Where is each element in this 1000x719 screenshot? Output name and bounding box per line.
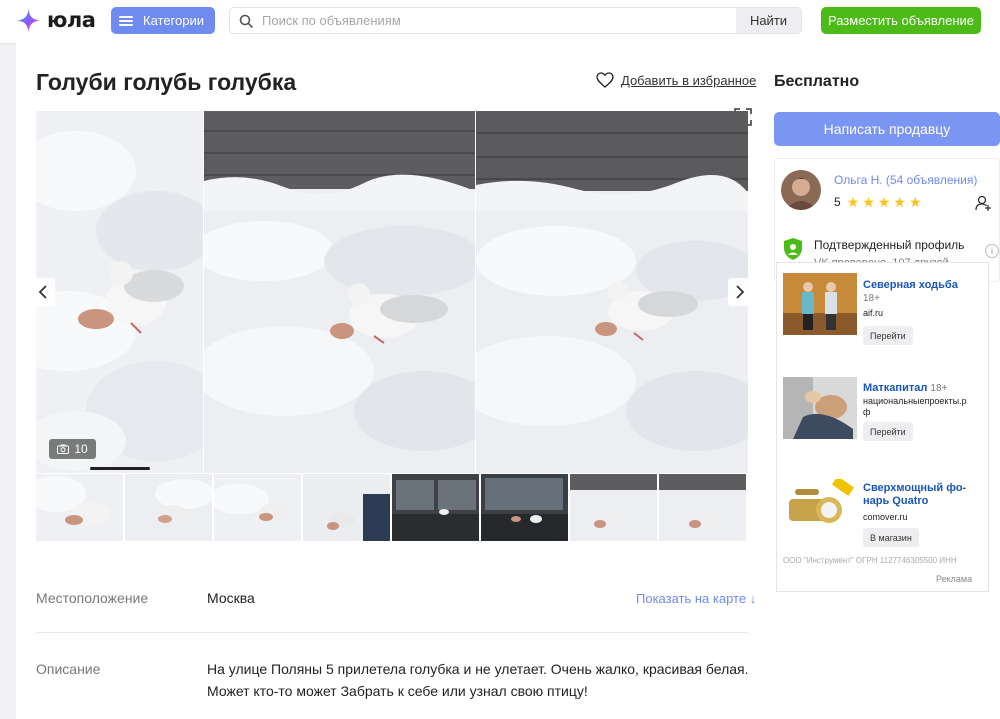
categories-button[interactable]: Категории: [111, 7, 215, 34]
search-bar: Найти: [229, 7, 802, 34]
photo-gallery: [36, 111, 748, 473]
ad-button[interactable]: Перейти: [863, 326, 913, 345]
thumbnail[interactable]: [392, 474, 479, 541]
photo-count: 10: [74, 442, 88, 456]
photo-count-badge: 10: [49, 439, 96, 459]
gallery-photo[interactable]: [36, 111, 203, 473]
thumbnail[interactable]: [570, 474, 657, 541]
favorite-label: Добавить в избранное: [621, 72, 757, 88]
ad-item[interactable]: Маткапитал 18+ национальныепроекты.рф Пе…: [783, 377, 983, 457]
ad-item[interactable]: Сверхмощный фо-нарь Quatro comover.ru В …: [783, 479, 983, 559]
search-icon: [230, 8, 262, 33]
search-button[interactable]: Найти: [736, 8, 801, 33]
chevron-right-icon: [736, 285, 745, 299]
description-label: Описание: [36, 661, 101, 677]
star-icon: ★: [862, 194, 875, 210]
heart-icon: [596, 72, 614, 88]
ad-title: Сверхмощный фо-нарь Quatro: [863, 482, 967, 507]
star-icon: ★: [877, 194, 891, 210]
ad-image: [783, 273, 857, 335]
ad-domain: comover.ru: [863, 512, 908, 522]
seller-rating: 5 ★ ★ ★ ★ ★: [834, 195, 922, 209]
chevron-left-icon: [38, 285, 47, 299]
ad-domain: aif.ru: [863, 308, 884, 318]
ad-age: 18+: [930, 383, 948, 394]
seller-name-link[interactable]: Ольга Н. (54 объявления): [834, 173, 977, 187]
camera-icon: [57, 444, 70, 454]
price: Бесплатно: [774, 73, 860, 90]
page-title: Голуби голубь голубка: [36, 69, 297, 95]
categories-label: Категории: [143, 13, 204, 28]
ad-block: Северная ходьба 18+ aif.ru Перейти Матка…: [776, 262, 989, 592]
ad-button[interactable]: В магазин: [863, 528, 919, 547]
ad-title: Северная ходьба: [863, 279, 958, 291]
star-icon: ★: [893, 194, 906, 210]
rating-value: 5: [834, 195, 841, 209]
ad-domain: национальныепроекты.рф: [863, 396, 967, 417]
thumbnail[interactable]: [659, 474, 746, 541]
rating-stars: ★ ★ ★ ★ ★: [847, 195, 922, 209]
thumbnail[interactable]: [481, 474, 568, 541]
ad-title: Маткапитал: [863, 382, 928, 394]
logo-text: юла: [47, 8, 96, 32]
gallery-prev-button[interactable]: [31, 278, 55, 306]
add-favorite-link[interactable]: Добавить в избранное: [596, 72, 756, 88]
ad-image: [783, 377, 857, 439]
gallery-next-button[interactable]: [728, 278, 752, 306]
ad-age: 18+: [863, 293, 880, 304]
ad-button[interactable]: Перейти: [863, 422, 913, 441]
description-text: На улице Поляны 5 прилетела голубка и не…: [207, 661, 749, 699]
gallery-progress-indicator: [90, 467, 150, 470]
thumbnail[interactable]: [36, 474, 123, 541]
logo[interactable]: юла: [16, 5, 96, 35]
location-value: Москва: [207, 590, 255, 606]
top-header: юла Категории Найти Разместить объявлени…: [0, 0, 1000, 43]
write-seller-button[interactable]: Написать продавцу: [774, 112, 1000, 146]
star-icon: ★: [846, 194, 860, 210]
info-icon[interactable]: i: [985, 244, 999, 258]
ad-legal-text: ООО "Инструмент" ОГРН 1127746305500 ИНН: [783, 556, 957, 565]
subscribe-user-icon[interactable]: [974, 194, 992, 212]
thumbnail[interactable]: [214, 474, 301, 541]
star-icon: ★: [908, 194, 922, 210]
verified-profile-title: Подтвержденный профиль: [814, 238, 965, 252]
menu-icon: [119, 15, 133, 26]
gallery-photo[interactable]: [204, 111, 475, 473]
divider: [36, 632, 748, 633]
ad-image: [783, 479, 857, 541]
location-label: Местоположение: [36, 590, 149, 606]
shield-check-icon: [784, 238, 802, 260]
show-on-map-link[interactable]: Показать на карте ↓: [636, 591, 756, 606]
search-input[interactable]: [262, 8, 736, 33]
ad-label: Реклама: [936, 574, 973, 584]
avatar[interactable]: [781, 170, 821, 210]
thumbnail[interactable]: [303, 474, 390, 541]
logo-star-icon: [16, 8, 41, 32]
ad-item[interactable]: Северная ходьба 18+ aif.ru Перейти: [783, 273, 983, 353]
thumbnail[interactable]: [125, 474, 212, 541]
gallery-photo[interactable]: [476, 111, 748, 473]
post-ad-button[interactable]: Разместить объявление: [821, 7, 981, 34]
thumbnail-strip: [36, 474, 748, 541]
